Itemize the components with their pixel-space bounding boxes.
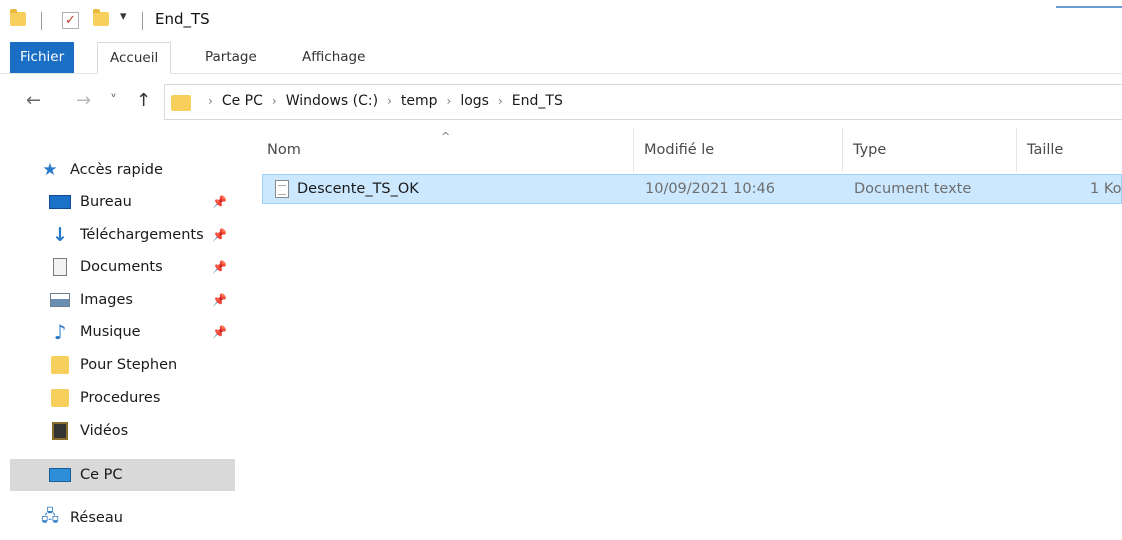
sidebar-item-pour-stephen[interactable]: Pour Stephen (48, 349, 235, 381)
pc-icon (48, 465, 72, 485)
tab-affichage[interactable]: Affichage (290, 42, 377, 73)
network-icon: 🖧 (41, 505, 59, 525)
sidebar-item-images[interactable]: Images 📌 (48, 284, 235, 316)
folder-icon (10, 9, 26, 26)
column-header-modifie-le[interactable]: Modifié le (634, 128, 842, 172)
images-icon (48, 290, 72, 310)
up-arrow-icon[interactable]: ↑ (136, 90, 151, 111)
tab-fichier[interactable]: Fichier (10, 42, 75, 73)
sidebar-item-label: Accès rapide (70, 162, 163, 178)
sidebar-item-label: Images (80, 292, 133, 308)
window-title: End_TS (155, 10, 210, 28)
sidebar-item-label: Vidéos (80, 423, 129, 439)
tab-partage[interactable]: Partage (193, 42, 269, 73)
sidebar-item-acces-rapide[interactable]: ★ Accès rapide (38, 154, 235, 186)
file-list: ^ Nom Modifié le Type Taille Descente_TS… (240, 128, 1122, 540)
forward-arrow-icon[interactable]: → (76, 90, 91, 111)
column-header-nom[interactable]: Nom (257, 128, 633, 172)
file-name[interactable]: Descente_TS_OK (297, 175, 419, 203)
window-accent (1056, 6, 1122, 8)
back-arrow-icon[interactable]: ← (26, 90, 41, 111)
sidebar-item-label: Bureau (80, 194, 132, 210)
documents-icon (48, 257, 72, 277)
breadcrumb-separator-icon[interactable]: › (498, 94, 503, 108)
sidebar-item-label: Téléchargements (80, 227, 204, 243)
breadcrumb: › Ce PC › Windows (C:) › temp › logs › E… (199, 93, 563, 109)
breadcrumb-ce-pc[interactable]: Ce PC (222, 93, 263, 109)
separator (41, 12, 42, 30)
column-header-type[interactable]: Type (843, 128, 1016, 172)
sidebar-item-documents[interactable]: Documents 📌 (48, 251, 235, 283)
sidebar-item-ce-pc[interactable]: Ce PC (10, 459, 235, 491)
desktop-icon (48, 192, 72, 212)
properties-icon[interactable]: ✓ (62, 12, 79, 29)
breadcrumb-separator-icon[interactable]: › (447, 94, 452, 108)
title-bar: ✓ ▾ End_TS (0, 0, 1122, 42)
quick-access-dropdown-icon[interactable]: ▾ (120, 9, 127, 24)
video-icon (48, 421, 72, 441)
breadcrumb-separator-icon[interactable]: › (208, 94, 213, 108)
folder-icon (48, 388, 72, 408)
sidebar-item-label: Pour Stephen (80, 357, 178, 373)
sidebar-item-label: Ce PC (80, 467, 123, 483)
text-file-icon (275, 180, 289, 198)
pin-icon[interactable]: 📌 (212, 228, 227, 242)
download-icon: ↓ (52, 224, 68, 246)
file-type: Document texte (854, 181, 972, 197)
breadcrumb-temp[interactable]: temp (401, 93, 438, 109)
ribbon: Fichier Accueil Partage Affichage (0, 42, 1122, 74)
sidebar-item-telechargements[interactable]: ↓ Téléchargements 📌 (48, 219, 235, 251)
sidebar-item-musique[interactable]: ♪ Musique 📌 (48, 316, 235, 348)
pin-icon[interactable]: 📌 (212, 195, 227, 209)
navigation-pane: ★ Accès rapide Bureau 📌 ↓ Téléchargement… (0, 128, 240, 540)
sidebar-item-label: Réseau (70, 510, 123, 526)
tab-accueil[interactable]: Accueil (97, 42, 172, 74)
address-bar[interactable]: › Ce PC › Windows (C:) › temp › logs › E… (164, 84, 1122, 120)
sidebar-item-label: Procedures (80, 390, 161, 406)
pin-icon[interactable]: 📌 (212, 260, 227, 274)
music-icon: ♪ (53, 320, 67, 344)
sidebar-item-label: Musique (80, 324, 141, 340)
sidebar-item-procedures[interactable]: Procedures (48, 382, 235, 414)
breadcrumb-separator-icon[interactable]: › (272, 94, 277, 108)
sidebar-item-bureau[interactable]: Bureau 📌 (48, 186, 235, 218)
file-modified-date: 10/09/2021 10:46 (645, 181, 775, 197)
sidebar-item-label: Documents (80, 259, 163, 275)
sidebar-item-reseau[interactable]: 🖧 Réseau (38, 502, 235, 534)
table-row[interactable]: Descente_TS_OK 10/09/2021 10:46 Document… (262, 174, 1122, 204)
sidebar-item-videos[interactable]: Vidéos (48, 415, 235, 447)
breadcrumb-windows-c[interactable]: Windows (C:) (286, 93, 378, 109)
file-size: 1 Ko (1090, 181, 1122, 197)
pin-icon[interactable]: 📌 (212, 325, 227, 339)
separator (142, 12, 143, 30)
address-row: ← → ˅ ↑ › Ce PC › Windows (C:) › temp › … (0, 74, 1122, 128)
pin-icon[interactable]: 📌 (212, 293, 227, 307)
new-folder-icon[interactable] (93, 9, 109, 26)
column-header-taille[interactable]: Taille (1017, 128, 1122, 172)
folder-icon (48, 355, 72, 375)
folder-icon (171, 95, 191, 111)
breadcrumb-logs[interactable]: logs (460, 93, 489, 109)
breadcrumb-separator-icon[interactable]: › (387, 94, 392, 108)
star-icon: ★ (42, 160, 58, 180)
breadcrumb-end-ts[interactable]: End_TS (512, 93, 563, 109)
recent-locations-chevron-icon[interactable]: ˅ (110, 93, 117, 109)
